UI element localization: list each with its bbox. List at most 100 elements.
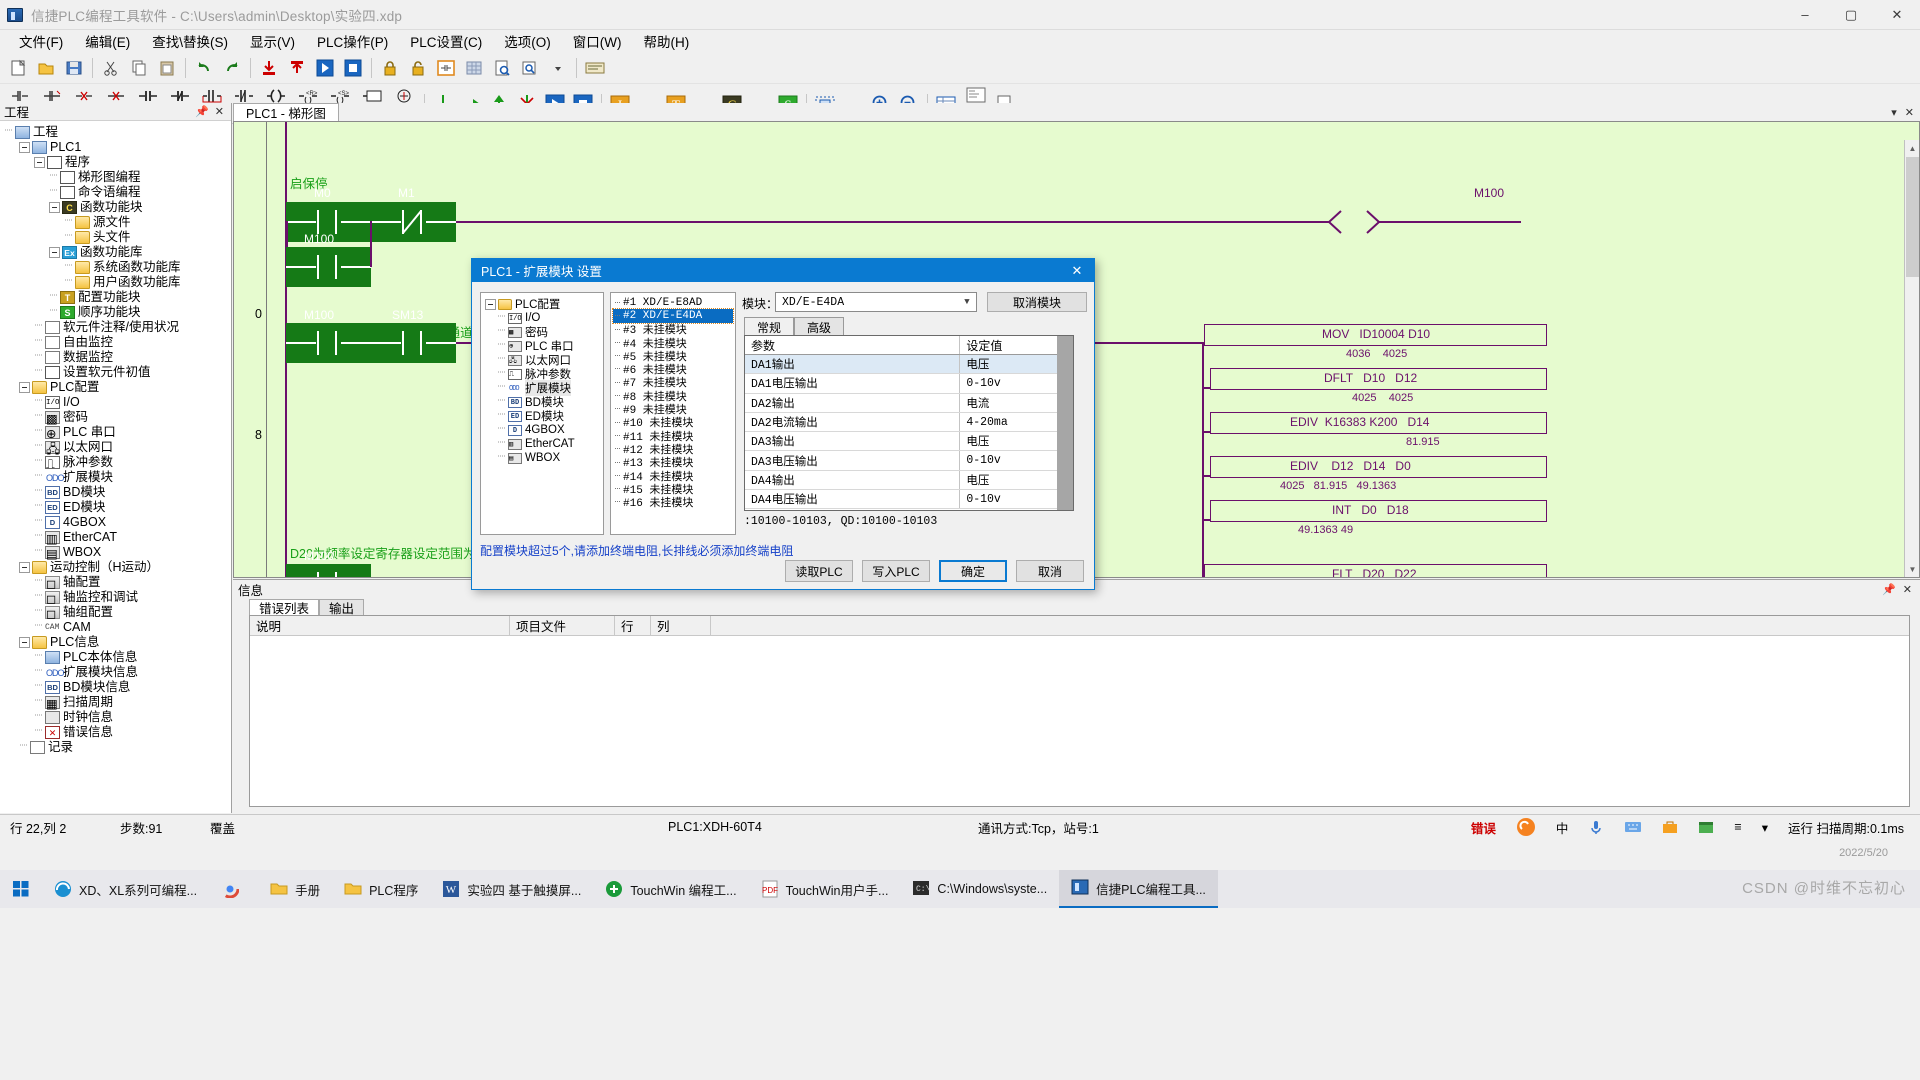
pin-icon[interactable]: 📌 [1882, 583, 1896, 596]
tree-item[interactable]: ▥EtherCAT [4, 530, 231, 545]
tree-collapse-toggle[interactable] [19, 382, 30, 393]
unlock-icon[interactable] [405, 55, 431, 81]
menu-item-file[interactable]: 文件(F) [8, 29, 74, 53]
close-icon[interactable]: ✕ [1905, 106, 1914, 119]
close-icon[interactable]: ✕ [215, 105, 224, 118]
dialog-tree-item[interactable]: ▤WBOX [483, 451, 601, 465]
project-tree[interactable]: 工程PLC1程序梯形图编程命令语编程C函数功能块源文件头文件Ex函数功能库系统函… [0, 121, 231, 811]
parameter-row[interactable]: DA4输出电压 [745, 471, 1073, 490]
chevron-down-icon[interactable]: ▼ [958, 297, 976, 307]
toolbox-icon[interactable] [1652, 815, 1688, 840]
tree-item[interactable]: S顺序功能块 [4, 305, 231, 320]
dialog-close-button[interactable]: ✕ [1060, 259, 1094, 282]
tree-item[interactable]: 工程 [4, 125, 231, 140]
tree-item[interactable]: 软元件注释/使用状况 [4, 320, 231, 335]
tree-item[interactable]: 源文件 [4, 215, 231, 230]
window-controls[interactable]: – ▢ ✕ [1782, 0, 1920, 30]
ime-indicator[interactable]: 中 [1546, 815, 1579, 840]
new-file-icon[interactable] [5, 55, 31, 81]
dialog-tree-item[interactable]: I/OI/O [483, 311, 601, 325]
parameter-table-body[interactable]: DA1输出电压DA1电压输出0-10vDA2输出电流DA2电流输出4-20maD… [745, 355, 1073, 509]
tree-collapse-toggle[interactable] [19, 637, 30, 648]
search-doc-icon[interactable] [489, 55, 515, 81]
comment-toggle-icon[interactable] [582, 55, 608, 81]
taskbar-item-chrome[interactable] [209, 870, 258, 908]
dialog-tree-item[interactable]: BDBD模块 [483, 395, 601, 409]
tree-item[interactable]: ▩密码 [4, 410, 231, 425]
lock-icon[interactable] [377, 55, 403, 81]
dialog-tree-toggle[interactable] [485, 299, 496, 310]
tree-item[interactable]: 🖧以太网口 [4, 440, 231, 455]
calendar-icon[interactable] [1688, 815, 1724, 840]
column-header-row[interactable]: 行 [615, 616, 651, 635]
taskbar-item-console[interactable]: C:\ C:\Windows\syste... [900, 870, 1059, 908]
expansion-module-settings-dialog[interactable]: PLC1 - 扩展模块 设置 ✕ PLC配置I/OI/O▩密码⊕PLC 串口🖧以… [471, 258, 1095, 590]
scroll-up-arrow-icon[interactable]: ▲ [1905, 140, 1920, 156]
menu-item-window[interactable]: 窗口(W) [562, 29, 633, 53]
dialog-tab-advanced[interactable]: 高级 [794, 317, 844, 336]
run-icon[interactable] [312, 55, 338, 81]
taskbar-item-edge[interactable]: XD、XL系列可编程... [42, 870, 209, 908]
cancel-module-button[interactable]: 取消模块 [987, 292, 1087, 312]
column-header-description[interactable]: 说明 [250, 616, 510, 635]
tree-item[interactable]: 系统函数功能库 [4, 260, 231, 275]
tree-item[interactable]: D4GBOX [4, 515, 231, 530]
module-list-item[interactable]: #1 XD/E-E8AD [613, 296, 733, 309]
upload-plc-icon[interactable] [284, 55, 310, 81]
parameter-row[interactable]: DA3电压输出0-10v [745, 451, 1073, 470]
tree-item[interactable]: ODO扩展模块 [4, 470, 231, 485]
parameter-row[interactable]: DA3输出电压 [745, 432, 1073, 451]
tree-item[interactable]: ⊕PLC 串口 [4, 425, 231, 440]
module-list-item[interactable]: #16 未挂模块 [613, 495, 733, 508]
tree-item[interactable]: C函数功能块 [4, 200, 231, 215]
column-header-project-file[interactable]: 项目文件 [510, 616, 615, 635]
taskbar-item-plc-program[interactable]: PLC程序 [332, 870, 430, 908]
dialog-module-list[interactable]: #1 XD/E-E8AD#2 XD/E-E4DA#3 未挂模块#4 未挂模块#5… [610, 292, 736, 535]
scroll-down-arrow-icon[interactable]: ▼ [1905, 561, 1920, 577]
grid-view-icon[interactable] [461, 55, 487, 81]
menu-item-options[interactable]: 选项(O) [493, 29, 562, 53]
tree-item[interactable]: 自由监控 [4, 335, 231, 350]
chevron-down-icon[interactable]: ▾ [1891, 106, 1897, 119]
tree-item[interactable]: T配置功能块 [4, 290, 231, 305]
parameter-row[interactable]: DA2输出电流 [745, 394, 1073, 413]
tree-item[interactable]: ◻轴配置 [4, 575, 231, 590]
parameter-table[interactable]: 参数 设定值 DA1输出电压DA1电压输出0-10vDA2输出电流DA2电流输出… [744, 335, 1074, 511]
tree-item[interactable]: 数据监控 [4, 350, 231, 365]
dialog-button-row[interactable]: 读取PLC 写入PLC 确定 取消 [785, 560, 1084, 582]
read-from-plc-button[interactable]: 读取PLC [785, 560, 853, 582]
tree-item[interactable]: Ex函数功能库 [4, 245, 231, 260]
tree-item[interactable]: 设置软元件初值 [4, 365, 231, 380]
dialog-tree-item[interactable]: EDED模块 [483, 409, 601, 423]
info-panel-controls[interactable]: 📌 ✕ [1882, 583, 1915, 596]
dialog-tree-item[interactable]: 🖧以太网口 [483, 353, 601, 367]
dialog-tree-item[interactable]: ⎍脉冲参数 [483, 367, 601, 381]
tree-item[interactable]: ✕错误信息 [4, 725, 231, 740]
scrollbar-thumb[interactable] [1906, 157, 1919, 277]
tab-output[interactable]: 输出 [319, 599, 364, 615]
ladder-monitor-icon[interactable] [433, 55, 459, 81]
tree-item[interactable]: BDBD模块 [4, 485, 231, 500]
module-select-dropdown[interactable]: XD/E-E4DA ▼ [775, 292, 977, 312]
taskbar-item-touchwin-editor[interactable]: TouchWin 编程工... [593, 870, 748, 908]
pin-icon[interactable]: 📌 [195, 105, 209, 118]
tree-item[interactable]: ▤WBOX [4, 545, 231, 560]
tab-error-list[interactable]: 错误列表 [249, 599, 319, 615]
save-icon[interactable] [61, 55, 87, 81]
tree-item[interactable]: 时钟信息 [4, 710, 231, 725]
copy-icon[interactable] [126, 55, 152, 81]
tree-item[interactable]: ODO扩展模块信息 [4, 665, 231, 680]
menu-item-search[interactable]: 查找\替换(S) [141, 29, 239, 53]
info-tab-bar[interactable]: 错误列表 输出 [233, 598, 1920, 615]
tree-item[interactable]: 运动控制（H运动） [4, 560, 231, 575]
open-file-icon[interactable] [33, 55, 59, 81]
editor-panel-controls[interactable]: ▾ ✕ [1891, 106, 1920, 119]
tree-item[interactable]: ◻轴监控和调试 [4, 590, 231, 605]
main-toolbar[interactable] [0, 52, 1920, 84]
parameter-row[interactable]: DA1电压输出0-10v [745, 374, 1073, 393]
keyboard-icon[interactable] [1614, 815, 1652, 840]
start-button[interactable] [0, 870, 42, 908]
find-replace-icon[interactable] [517, 55, 543, 81]
menu-item-view[interactable]: 显示(V) [239, 29, 306, 53]
close-icon[interactable]: ✕ [1903, 583, 1912, 596]
